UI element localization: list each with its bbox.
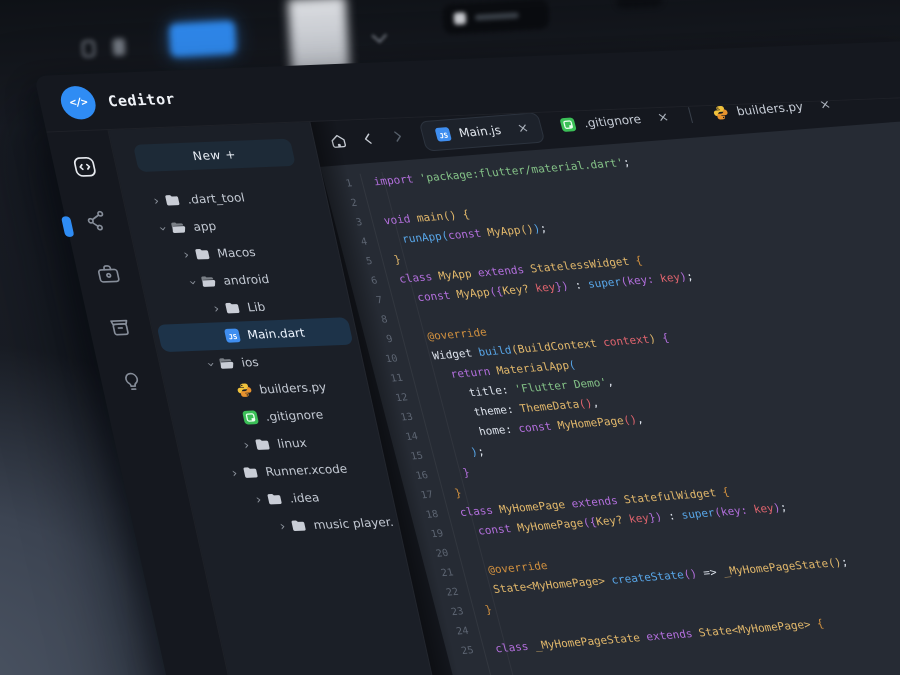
- svg-text:JS: JS: [228, 333, 238, 341]
- lightbulb-icon: [117, 369, 148, 397]
- line-number: 5: [343, 252, 375, 274]
- blurred-dark-pill: [442, 0, 550, 34]
- archive-icon: [105, 315, 136, 343]
- tree-item-label: linux: [276, 436, 308, 451]
- app-logo code-slash-icon: </>: [57, 85, 98, 120]
- line-number: 1: [323, 174, 355, 196]
- chevron-right-icon: [387, 128, 409, 149]
- rail-item-archive[interactable]: [96, 309, 145, 350]
- line-number: 7: [353, 291, 385, 313]
- folder-open-file-icon: [199, 273, 218, 289]
- line-number: 15: [394, 447, 426, 469]
- tree-item-label: Macos: [216, 245, 257, 260]
- line-number: 13: [384, 408, 416, 430]
- tree-item-label: ios: [240, 355, 260, 369]
- chevron-down-icon[interactable]: ›: [154, 220, 170, 236]
- folder-file-icon: [265, 491, 284, 507]
- rail-item-editor[interactable]: [61, 148, 110, 189]
- forward-button[interactable]: [381, 124, 413, 151]
- svg-text:JS: JS: [439, 132, 449, 140]
- code-icon: [70, 154, 101, 182]
- js-file-icon: JS: [433, 126, 453, 143]
- line-number: 11: [374, 369, 406, 391]
- tab-label: Main.js: [457, 123, 502, 140]
- line-number: 12: [379, 388, 411, 410]
- folder-open-file-icon: [169, 219, 188, 235]
- line-number: 3: [333, 213, 365, 235]
- tab-separator: [688, 107, 693, 123]
- tree-item-label: .gitignore: [264, 408, 324, 424]
- branch-icon: [81, 208, 112, 236]
- line-number: 25: [444, 641, 476, 663]
- tab-label: .gitignore: [582, 112, 642, 130]
- chevron-left-icon: [357, 130, 379, 151]
- close-icon[interactable]: ×: [516, 121, 530, 134]
- tree-item-label: builders.py: [258, 380, 328, 396]
- line-number: 22: [429, 583, 461, 605]
- folder-file-icon: [253, 436, 272, 452]
- python-file-icon: [235, 382, 254, 398]
- chevron-down-icon[interactable]: ›: [184, 274, 200, 290]
- js-file-icon: JS: [223, 327, 242, 343]
- line-number: 10: [368, 350, 400, 372]
- tree-item-label: app: [192, 219, 218, 234]
- python-file-icon: [711, 104, 731, 121]
- line-number: 8: [358, 311, 390, 333]
- folder-file-icon: [163, 192, 182, 208]
- blurred-dark-pill: [615, 0, 662, 9]
- stage: </> Ceditor New + ›.dart_tool›app›Macos›…: [0, 0, 900, 675]
- line-number: 17: [404, 486, 436, 508]
- tree-item-label: music player.proj: [312, 515, 394, 532]
- tree-item-label: Lib: [246, 300, 267, 314]
- home-icon: [326, 131, 350, 154]
- tree-item-label: .dart_tool: [186, 191, 246, 207]
- folder-file-icon: [289, 518, 308, 534]
- line-number: 14: [389, 427, 421, 449]
- line-number: 18: [409, 505, 441, 527]
- tree-item-label: android: [222, 272, 271, 287]
- back-button[interactable]: [352, 127, 384, 154]
- rail-item-projects[interactable]: [84, 255, 133, 296]
- app-title: Ceditor: [106, 90, 177, 110]
- folder-file-icon: [241, 464, 260, 480]
- blurred-pill-icon: [454, 12, 467, 25]
- folder-open-file-icon: [217, 355, 236, 371]
- git-file-icon: [241, 409, 260, 425]
- line-number: 19: [414, 525, 446, 547]
- tab-main-js[interactable]: JS Main.js ×: [419, 112, 546, 151]
- tree-item-label: Main.dart: [246, 326, 306, 342]
- folder-file-icon: [223, 300, 242, 316]
- main-layout: New + ›.dart_tool›app›Macos›android›LibJ…: [46, 97, 900, 675]
- editor-window: </> Ceditor New + ›.dart_tool›app›Macos›…: [34, 40, 900, 675]
- blurred-blue-button: [169, 20, 237, 58]
- line-number: 21: [424, 564, 456, 586]
- line-number: 23: [434, 602, 466, 624]
- tree-item-label: Runner.xcode: [264, 462, 348, 479]
- folder-file-icon: [193, 246, 212, 262]
- briefcase-icon: [93, 261, 124, 289]
- close-icon[interactable]: ×: [656, 111, 670, 124]
- blurred-icon: [82, 40, 96, 58]
- blurred-icon: [113, 38, 126, 56]
- line-number: 2: [328, 194, 360, 216]
- line-number: 4: [338, 233, 370, 255]
- line-number: 6: [348, 272, 380, 294]
- new-file-button[interactable]: New +: [133, 139, 296, 173]
- git-file-icon: [558, 116, 578, 133]
- rail-item-ideas[interactable]: [108, 363, 157, 404]
- chevron-down-icon[interactable]: ›: [202, 356, 218, 372]
- line-number: 24: [439, 622, 471, 644]
- rail-item-branches[interactable]: [73, 202, 122, 243]
- line-number: 16: [399, 466, 431, 488]
- tree-item-label: .idea: [288, 491, 321, 506]
- blurred-chevron-icon: [371, 28, 387, 44]
- window-content: </> Ceditor New + ›.dart_tool›app›Macos›…: [34, 40, 900, 675]
- line-number: 20: [419, 544, 451, 566]
- blurred-pill-text: [475, 12, 519, 20]
- home-button[interactable]: [322, 129, 354, 156]
- line-number: 9: [363, 330, 395, 352]
